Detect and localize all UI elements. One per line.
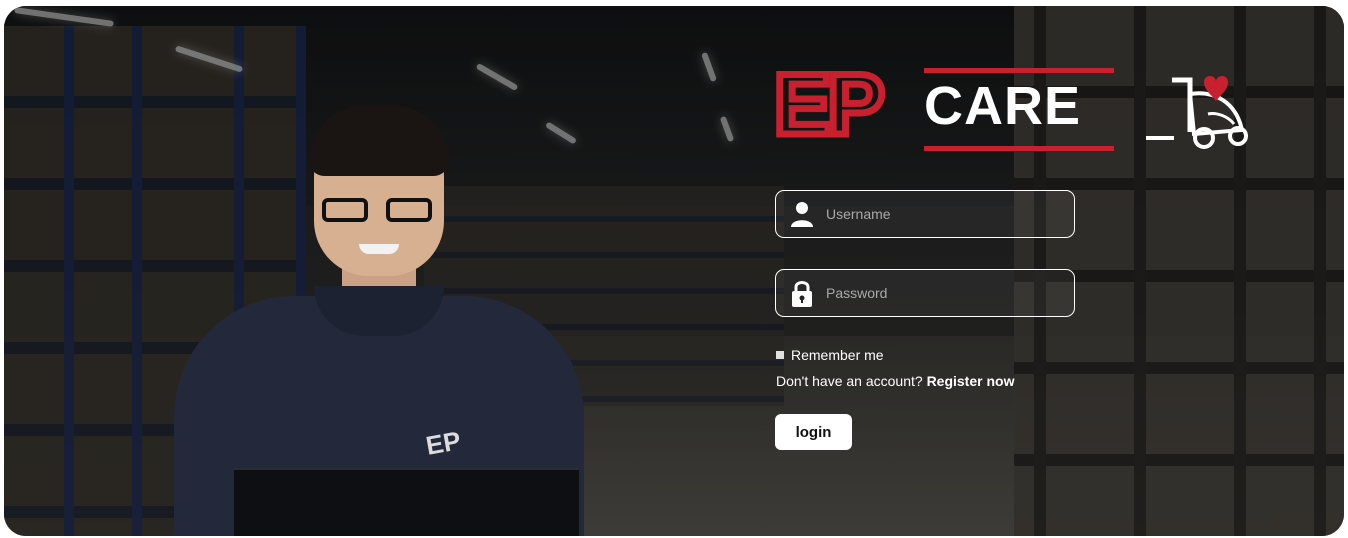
laptop-image [234, 468, 579, 536]
lock-icon [788, 278, 816, 308]
forklift-heart-icon [1146, 76, 1248, 149]
user-icon [788, 199, 816, 229]
logo-care-text: CARE [924, 76, 1082, 136]
remember-me-label: Remember me [791, 347, 884, 363]
logo-ep-text: EP [771, 57, 889, 153]
password-field[interactable] [775, 269, 1075, 317]
register-row: Don't have an account? Register now [776, 373, 1014, 389]
username-input[interactable] [816, 190, 1074, 238]
password-input[interactable] [816, 269, 1074, 317]
checkbox-square-icon[interactable] [776, 351, 784, 359]
username-field[interactable] [775, 190, 1075, 238]
brand-logo: EP CARE [771, 57, 1254, 157]
login-button[interactable]: login [775, 414, 852, 450]
remember-me-checkbox[interactable]: Remember me [776, 347, 884, 363]
hero-person-image: EP [154, 106, 604, 536]
shirt-logo-icon: EP [423, 425, 463, 461]
register-prompt: Don't have an account? [776, 373, 923, 389]
register-now-link[interactable]: Register now [927, 373, 1015, 389]
